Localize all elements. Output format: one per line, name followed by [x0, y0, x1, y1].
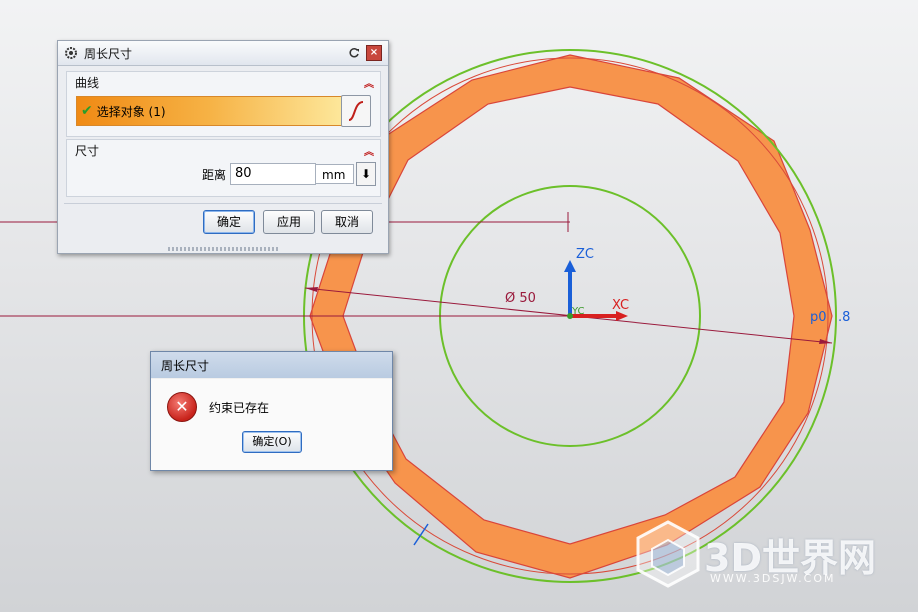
distance-input[interactable]: 80 [230, 163, 317, 185]
curve-group-header[interactable]: 曲线 ︽ [67, 72, 380, 92]
side-value: .8 [838, 310, 850, 325]
dialog-titlebar[interactable]: 周长尺寸 × [58, 41, 388, 66]
x-axis-label: XC [612, 298, 629, 313]
distance-row: 距离 80 mm ⬇ [202, 162, 377, 186]
unit-label: mm [316, 164, 355, 184]
close-button[interactable]: × [366, 45, 382, 61]
button-separator [64, 203, 382, 204]
dimension-group-header[interactable]: 尺寸 ︽ [67, 140, 380, 160]
y-axis-label: YC [571, 306, 585, 317]
error-icon: ✕ [167, 392, 197, 422]
ok-button[interactable]: 确定 [203, 210, 255, 234]
apply-button[interactable]: 应用 [263, 210, 315, 234]
message-ok-button[interactable]: 确定(O) [242, 431, 302, 453]
reset-icon[interactable] [346, 45, 362, 61]
gear-icon [65, 47, 77, 59]
watermark: 3D世界网 WWW.3DSJW.COM [632, 518, 876, 590]
message-titlebar[interactable]: 周长尺寸 [151, 352, 392, 378]
message-text: 约束已存在 [209, 401, 270, 415]
cancel-button[interactable]: 取消 [321, 210, 373, 234]
down-arrow-icon: ⬇ [360, 167, 372, 181]
dimension-group-label: 尺寸 [75, 143, 100, 158]
curve-select-button[interactable] [341, 95, 371, 127]
message-title: 周长尺寸 [161, 358, 210, 373]
select-object-field[interactable]: ✔ 选择对象 (1) [76, 96, 342, 126]
perimeter-dimension-dialog: 周长尺寸 × 曲线 ︽ ✔ 选择对象 (1) 尺寸 ︽ 距离 80 mm ⬇ 确… [57, 40, 389, 254]
curve-icon [348, 101, 364, 121]
curve-group: 曲线 ︽ ✔ 选择对象 (1) [66, 71, 381, 137]
select-object-label: 选择对象 (1) [96, 104, 166, 119]
cube-logo-icon [636, 520, 700, 588]
check-icon: ✔ [81, 103, 93, 119]
z-axis-arrow [564, 260, 576, 272]
dimension-group: 尺寸 ︽ 距离 80 mm ⬇ [66, 139, 381, 197]
error-message-box: 周长尺寸 ✕ 约束已存在 确定(O) [150, 351, 393, 471]
message-body: ✕ 约束已存在 确定(O) [151, 379, 392, 470]
dim-label[interactable]: Ø 50 [505, 291, 536, 306]
close-icon: × [366, 45, 382, 61]
side-label[interactable]: p0 [810, 310, 827, 325]
dialog-title: 周长尺寸 [84, 46, 133, 61]
resize-grip[interactable] [168, 247, 278, 251]
collapse-chevron-icon[interactable]: ︽ [364, 75, 374, 90]
distance-label: 距离 [202, 167, 227, 182]
value-options-button[interactable]: ⬇ [356, 162, 377, 186]
curve-group-label: 曲线 [75, 75, 100, 90]
z-axis-label: ZC [576, 247, 594, 262]
collapse-chevron-icon[interactable]: ︽ [364, 143, 374, 158]
watermark-url: WWW.3DSJW.COM [710, 572, 836, 585]
